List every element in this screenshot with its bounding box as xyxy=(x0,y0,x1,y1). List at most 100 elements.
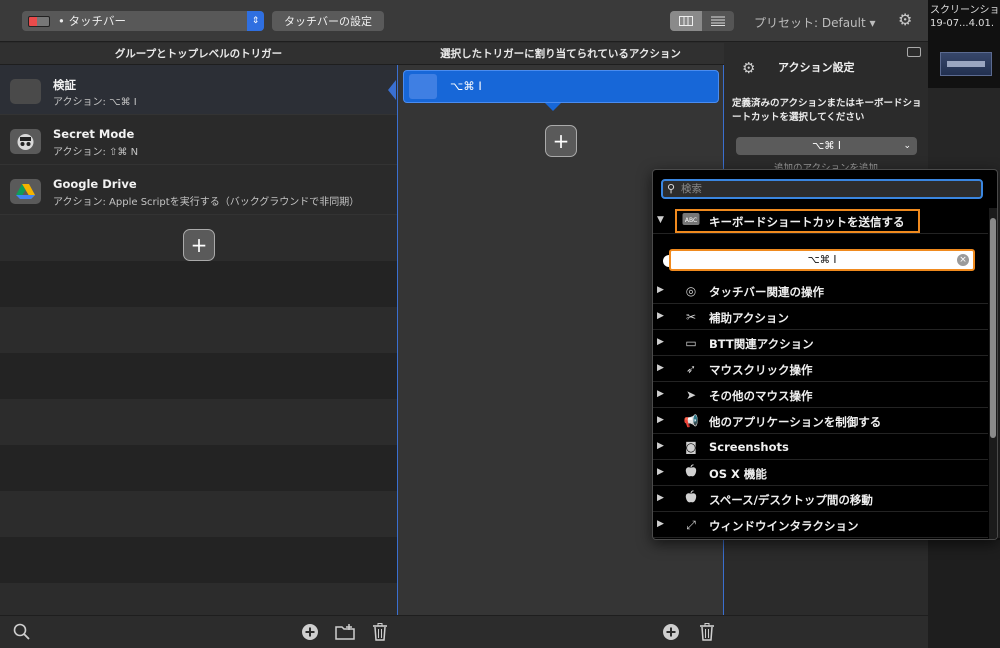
action-settings-description: 定義済みのアクションまたはキーボードショートカットを選択してください xyxy=(732,98,922,123)
toolbar: • タッチバー ⇕ タッチバーの設定 プリセット: Default ▾ ⚙ xyxy=(0,0,928,42)
trigger-title: Google Drive xyxy=(53,177,137,191)
add-folder-icon[interactable] xyxy=(335,623,355,643)
trigger-row[interactable]: 検証 アクション: ⌥⌘ I xyxy=(0,65,397,115)
middle-column-header: 選択したトリガーに割り当てられているアクション xyxy=(397,43,724,65)
category-label: タッチバー関連の操作 xyxy=(709,285,824,299)
touchbar-settings-button[interactable]: タッチバーの設定 xyxy=(272,11,384,31)
category-label: スペース/デスクトップ間の移動 xyxy=(709,493,873,507)
action-dropdown: ⚲ ▼ ABC キーボードショートカットを送信する ⌥⌘ I × ▶ ◎ タッチ… xyxy=(652,169,998,540)
trigger-row[interactable]: Secret Mode アクション: ⇧⌘ N xyxy=(0,115,397,165)
category-keyboard-shortcut[interactable]: ▼ ABC キーボードショートカットを送信する xyxy=(653,208,988,234)
columns-icon xyxy=(679,16,693,26)
add-action-button[interactable]: + xyxy=(545,125,577,157)
left-column-header: グループとトップレベルのトリガー xyxy=(0,43,397,65)
svg-text:ABC: ABC xyxy=(685,217,697,224)
category-label: Screenshots xyxy=(709,440,789,454)
view-toggle xyxy=(670,11,734,31)
caption-line-1: スクリーンショッ xyxy=(930,5,1000,16)
btt-window: • タッチバー ⇕ タッチバーの設定 プリセット: Default ▾ ⚙ スク… xyxy=(0,0,1000,648)
chevron-down-icon: ⌄ xyxy=(903,141,911,151)
disclosure-closed-icon: ▶ xyxy=(657,467,664,477)
trigger-subtitle: アクション: Apple Scriptを実行する（バックグラウンドで非同期） xyxy=(53,197,360,208)
action-select-value: ⌥⌘ I xyxy=(811,140,842,152)
add-trigger-button[interactable]: + xyxy=(183,229,215,261)
category-label: マウスクリック操作 xyxy=(709,363,813,377)
add-action-icon[interactable] xyxy=(661,623,681,643)
category-control-apps[interactable]: ▶ 📢 他のアプリケーションを制御する xyxy=(653,408,988,434)
action-select-popup[interactable]: ⌥⌘ I ⌄ xyxy=(736,137,917,155)
category-mouse-other[interactable]: ▶ ➤ その他のマウス操作 xyxy=(653,382,988,408)
disclosure-closed-icon: ▶ xyxy=(657,493,664,503)
preset-selector[interactable]: プリセット: Default ▾ xyxy=(754,14,876,31)
category-screenshots[interactable]: ▶ ◙ Screenshots xyxy=(653,434,988,460)
empty-row xyxy=(0,491,397,537)
trigger-subtitle: アクション: ⌥⌘ I xyxy=(53,97,137,108)
action-item[interactable]: ⌥⌘ I xyxy=(403,70,719,103)
disclosure-closed-icon: ▶ xyxy=(657,363,664,373)
list-view-button[interactable] xyxy=(702,11,734,31)
trigger-list: 検証 アクション: ⌥⌘ I Secret Mode アクション: ⇧⌘ N G… xyxy=(0,65,397,615)
dropdown-scrollbar[interactable] xyxy=(989,208,997,539)
search-box[interactable]: ⚲ xyxy=(661,179,983,199)
select-stepper-icon[interactable]: ⇕ xyxy=(247,11,264,31)
incognito-icon xyxy=(10,129,41,154)
category-osx[interactable]: ▶ OS X 機能 xyxy=(653,460,988,486)
plus-icon: + xyxy=(552,129,570,153)
shortcut-recorder-field[interactable]: ⌥⌘ I × xyxy=(669,249,975,271)
disclosure-closed-icon: ▶ xyxy=(657,441,664,451)
trigger-title: 検証 xyxy=(53,78,76,92)
shortcut-recorder-row: ⌥⌘ I × xyxy=(653,236,988,284)
category-btt[interactable]: ▶ ▭ BTT関連アクション xyxy=(653,330,988,356)
empty-row xyxy=(0,353,397,399)
search-icon[interactable] xyxy=(12,623,32,643)
background-window-lower xyxy=(928,540,1000,648)
trash-icon[interactable] xyxy=(697,623,717,643)
category-label: ウィンドウインタラクション xyxy=(709,519,859,533)
disclosure-closed-icon: ▶ xyxy=(657,337,664,347)
category-touchbar[interactable]: ▶ ◎ タッチバー関連の操作 xyxy=(653,278,988,304)
tools-icon: ✂ xyxy=(685,310,697,324)
empty-row xyxy=(0,583,397,615)
category-utility[interactable]: ▶ ✂ 補助アクション xyxy=(653,304,988,330)
apple-icon xyxy=(681,464,701,482)
clear-icon[interactable]: × xyxy=(957,254,969,266)
selected-indicator xyxy=(388,80,396,100)
touchbar-select-label: • タッチバー xyxy=(58,14,126,28)
trash-icon[interactable] xyxy=(370,623,390,643)
category-label: 他のアプリケーションを制御する xyxy=(709,415,882,429)
desktop-file-thumbnail[interactable] xyxy=(940,52,992,76)
action-icon xyxy=(409,74,437,99)
touchbar-select[interactable]: • タッチバー ⇕ xyxy=(22,11,264,31)
trigger-subtitle: アクション: ⇧⌘ N xyxy=(53,147,139,158)
cursor-icon: ➤ xyxy=(685,388,697,402)
category-label: キーボードショートカットを送信する xyxy=(709,215,905,229)
empty-row xyxy=(0,399,397,445)
category-label: 補助アクション xyxy=(709,311,789,325)
gear-icon[interactable]: ⚙ xyxy=(898,11,916,29)
category-window[interactable]: ▶ ⤢ ウィンドウインタラクション xyxy=(653,512,988,538)
trigger-row[interactable]: Google Drive アクション: Apple Scriptを実行する（バッ… xyxy=(0,165,397,215)
google-drive-icon xyxy=(10,179,41,204)
category-spaces[interactable]: ▶ スペース/デスクトップ間の移動 xyxy=(653,486,988,512)
search-input[interactable] xyxy=(681,182,977,196)
search-icon: ⚲ xyxy=(667,182,676,195)
disclosure-closed-icon: ▶ xyxy=(657,285,664,295)
add-trigger-icon[interactable] xyxy=(300,623,320,643)
empty-row xyxy=(0,307,397,353)
target-icon: ◎ xyxy=(685,284,697,298)
disclosure-closed-icon: ▶ xyxy=(657,415,664,425)
column-view-button[interactable] xyxy=(670,11,702,31)
action-label: ⌥⌘ I xyxy=(450,79,482,93)
category-label: OS X 機能 xyxy=(709,467,767,481)
resize-icon: ⤢ xyxy=(686,518,696,532)
camera-icon: ◙ xyxy=(685,440,697,454)
category-label: BTT関連アクション xyxy=(709,337,814,351)
shortcut-recorder-value: ⌥⌘ I xyxy=(807,254,837,266)
category-mouse-click[interactable]: ▶ ➶ マウスクリック操作 xyxy=(653,356,988,382)
desktop-file-caption: スクリーンショッ 19-07...4.01. xyxy=(930,4,1000,30)
scrollbar-thumb[interactable] xyxy=(990,218,996,438)
disclosure-closed-icon: ▶ xyxy=(657,389,664,399)
detach-window-icon[interactable] xyxy=(907,47,921,57)
gear-icon: ⚙ xyxy=(742,59,756,77)
keyboard-abc-icon: ABC xyxy=(681,212,701,230)
